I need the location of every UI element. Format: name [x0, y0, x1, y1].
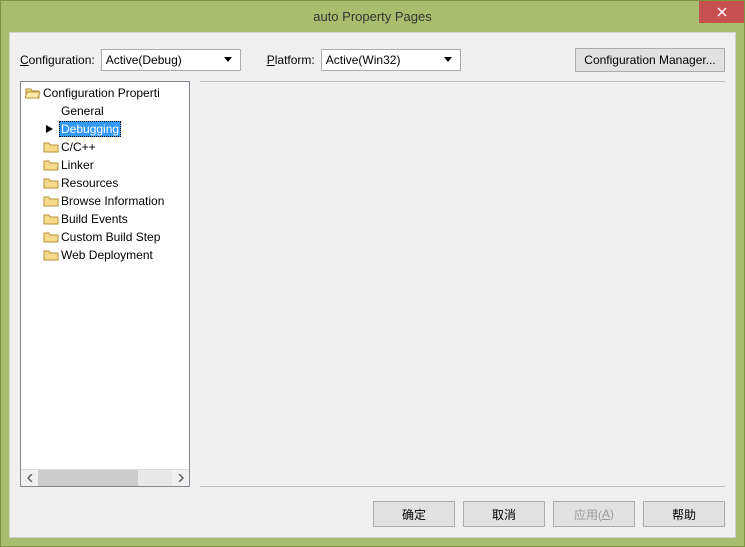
chevron-left-icon	[27, 474, 33, 482]
current-arrow-icon	[43, 122, 57, 136]
folder-icon	[43, 139, 59, 155]
tree-item-label: Linker	[61, 158, 94, 172]
folder-icon	[43, 193, 59, 209]
configuration-label: Configuration:	[20, 53, 95, 67]
tree-root-configuration-properties[interactable]: Configuration Properti	[21, 84, 189, 102]
tree-item-general[interactable]: General	[21, 102, 189, 120]
tree-root-label: Configuration Properti	[43, 86, 160, 100]
client-area: Configuration: Active(Debug) Platform: A…	[9, 32, 736, 538]
dropdown-arrow-icon[interactable]	[441, 50, 456, 70]
tree-item-web-deployment[interactable]: Web Deployment	[21, 246, 189, 264]
dialog-button-row: 确定 取消 应用(A) 帮助	[373, 501, 725, 527]
window-title: auto Property Pages	[313, 9, 432, 24]
configuration-combo[interactable]: Active(Debug)	[101, 49, 241, 71]
tree-item-linker[interactable]: Linker	[21, 156, 189, 174]
folder-icon	[43, 175, 59, 191]
titlebar[interactable]: auto Property Pages	[1, 1, 744, 31]
help-button[interactable]: 帮助	[643, 501, 725, 527]
tree-item-label: Web Deployment	[61, 248, 153, 262]
properties-content-pane	[200, 81, 725, 487]
cancel-button[interactable]: 取消	[463, 501, 545, 527]
tree-pane: Configuration Properti General Debugging…	[20, 81, 190, 487]
folder-icon	[43, 247, 59, 263]
dropdown-arrow-icon[interactable]	[221, 50, 236, 70]
scroll-right-button[interactable]	[172, 470, 189, 486]
tree-item-custom-build-step[interactable]: Custom Build Step	[21, 228, 189, 246]
tree-item-browse-information[interactable]: Browse Information	[21, 192, 189, 210]
folder-icon	[43, 157, 59, 173]
tree-item-label: C/C++	[61, 140, 96, 154]
platform-combo[interactable]: Active(Win32)	[321, 49, 461, 71]
property-pages-window: auto Property Pages Configuration: Activ…	[0, 0, 745, 547]
tree-item-label: Build Events	[61, 212, 128, 226]
tree-item-label: Resources	[61, 176, 118, 190]
tree-item-label: Browse Information	[61, 194, 164, 208]
ok-button[interactable]: 确定	[373, 501, 455, 527]
configuration-value: Active(Debug)	[106, 53, 182, 67]
config-row: Configuration: Active(Debug) Platform: A…	[20, 47, 725, 73]
tree-item-label: Debugging	[59, 121, 121, 137]
close-icon	[717, 7, 727, 17]
scrollbar-track[interactable]	[38, 470, 172, 486]
scroll-left-button[interactable]	[21, 470, 38, 486]
tree-item-resources[interactable]: Resources	[21, 174, 189, 192]
tree-horizontal-scrollbar[interactable]	[21, 469, 189, 486]
tree-item-ccpp[interactable]: C/C++	[21, 138, 189, 156]
folder-open-icon	[25, 85, 41, 101]
nav-tree[interactable]: Configuration Properti General Debugging…	[21, 82, 189, 469]
configuration-manager-button[interactable]: Configuration Manager...	[575, 48, 725, 72]
tree-item-label: Custom Build Step	[61, 230, 160, 244]
chevron-right-icon	[178, 474, 184, 482]
apply-button[interactable]: 应用(A)	[553, 501, 635, 527]
platform-label: Platform:	[267, 53, 315, 67]
platform-value: Active(Win32)	[326, 53, 401, 67]
tree-item-build-events[interactable]: Build Events	[21, 210, 189, 228]
tree-item-debugging[interactable]: Debugging	[21, 120, 189, 138]
close-button[interactable]	[699, 1, 744, 23]
folder-icon	[43, 229, 59, 245]
scrollbar-thumb[interactable]	[38, 470, 138, 486]
folder-icon	[43, 211, 59, 227]
tree-item-label: General	[61, 104, 104, 118]
